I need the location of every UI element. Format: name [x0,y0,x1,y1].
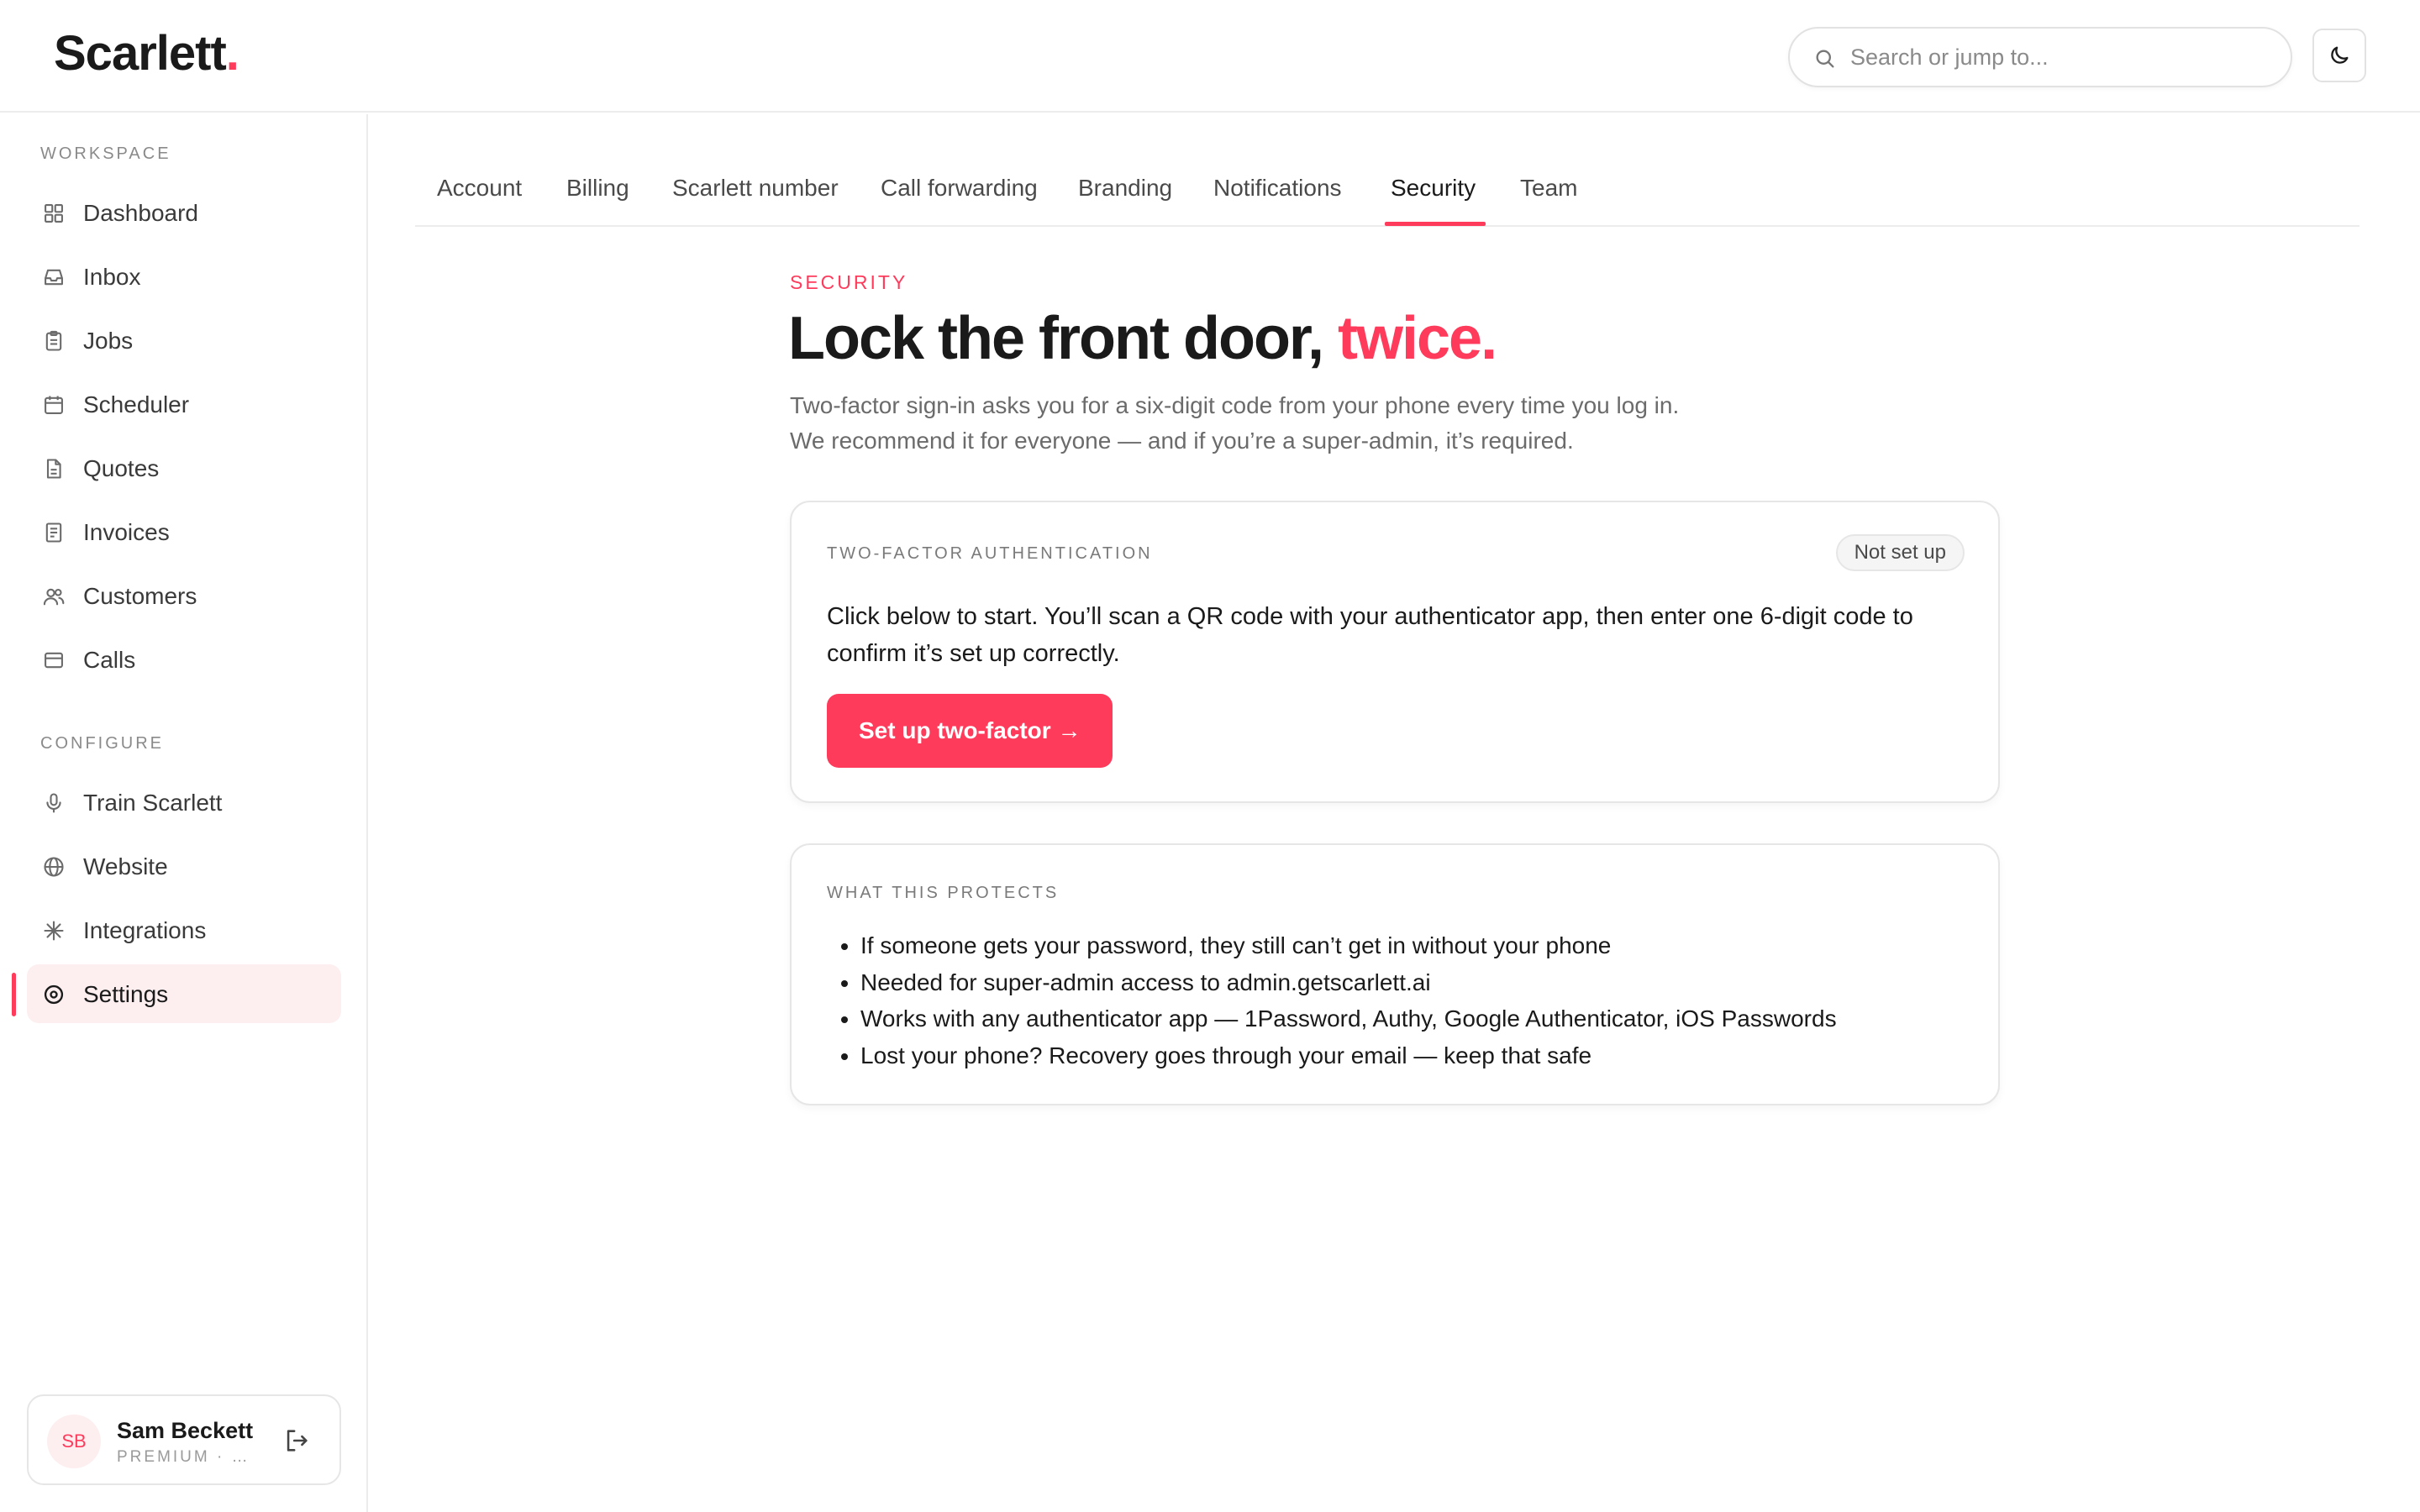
page-title-accent: twice. [1338,305,1497,372]
user-plan: PREMIUM · S... [117,1448,251,1466]
users-icon [43,588,65,606]
document-icon [46,459,61,479]
sidebar-item-label: Customers [83,583,197,609]
calendar-icon [45,396,63,414]
tab-branding[interactable]: Branding [1078,175,1172,202]
list-item: Needed for super-admin access to admin.g… [860,964,1837,1001]
page-title-main: Lock the front door, [788,305,1338,372]
card-body-text: Click below to start. You’ll scan a QR c… [827,603,1913,667]
sidebar-item-label: Quotes [83,455,160,481]
settings-tabs: Account Billing Scarlett number Call for… [415,114,2360,227]
sidebar-item-customers[interactable]: Customers [27,566,341,625]
page-description: Two-factor sign-in asks you for a six-di… [790,392,1680,454]
list-item: Works with any authenticator app — 1Pass… [860,1000,1837,1037]
sidebar-item-integrations[interactable]: Integrations [27,900,341,959]
sidebar-item-train-scarlett[interactable]: Train Scarlett [27,773,341,832]
card-label: WHAT THIS PROTECTS [827,884,1060,902]
active-tab-underline [1385,222,1486,226]
moon-icon [2331,46,2349,64]
sidebar-item-invoices[interactable]: Invoices [27,502,341,561]
tab-call-forwarding[interactable]: Call forwarding [881,175,1038,202]
logout-icon[interactable] [282,1426,311,1455]
user-name: Sam Beckett [117,1418,254,1443]
sidebar-item-label: Scheduler [83,391,190,417]
sidebar-section-configure: CONFIGURE [40,734,164,753]
tab-team[interactable]: Team [1520,175,1577,202]
clipboard-icon [45,330,62,351]
avatar: SB [47,1415,101,1468]
grid-icon [45,204,63,223]
card-icon [45,652,63,669]
two-factor-card: TWO-FACTOR AUTHENTICATION Not set up Cli… [790,501,2000,803]
settings-icon [44,984,64,1005]
protects-list: If someone gets your password, they stil… [860,927,1837,1074]
sidebar-item-label: Calls [83,647,136,673]
sidebar-item-jobs[interactable]: Jobs [27,311,341,370]
sidebar-item-scheduler[interactable]: Scheduler [27,375,341,433]
protects-card: WHAT THIS PROTECTS If someone gets your … [790,843,2000,1105]
page-title: Lock the front door, twice. [788,304,1497,373]
sidebar-item-label: Jobs [83,328,134,354]
inbox-icon [45,269,63,286]
tab-scarlett-number[interactable]: Scarlett number [672,175,839,202]
active-indicator [12,973,16,1016]
sidebar-item-label: Dashboard [83,200,198,226]
sidebar-item-quotes[interactable]: Quotes [27,438,341,497]
theme-toggle-button[interactable] [2312,29,2366,82]
card-label: TWO-FACTOR AUTHENTICATION [827,544,1153,563]
tab-security[interactable]: Security [1391,175,1476,202]
top-bar: Scarlett. [0,0,2420,113]
sidebar-item-label: Integrations [83,917,207,943]
sidebar-item-inbox[interactable]: Inbox [27,247,341,306]
tab-account[interactable]: Account [437,175,522,202]
status-badge: Not set up [1835,534,1965,571]
microphone-icon [46,793,61,813]
section-eyebrow: SECURITY [790,271,908,293]
tab-notifications[interactable]: Notifications [1213,175,1342,202]
globe-icon [44,857,64,877]
sidebar-item-label: Website [83,853,168,879]
sidebar-item-dashboard[interactable]: Dashboard [27,183,341,242]
search-box[interactable] [1788,27,2292,87]
sidebar-item-website[interactable]: Website [27,837,341,895]
receipt-icon [45,522,62,543]
search-icon [1816,50,1834,68]
user-card[interactable]: SB Sam Beckett PREMIUM · S... [27,1394,341,1485]
list-item: If someone gets your password, they stil… [860,927,1837,964]
app-logo[interactable]: Scarlett. [54,25,239,81]
tab-billing[interactable]: Billing [566,175,629,202]
sidebar-item-label: Inbox [83,264,141,290]
sidebar-item-label: Settings [83,981,169,1007]
sidebar-item-label: Train Scarlett [83,790,223,816]
sparkle-icon [44,921,64,941]
sidebar-item-label: Invoices [83,519,170,545]
sidebar: WORKSPACE Dashboard Inbox Jobs Scheduler [0,114,368,1512]
list-item: Lost your phone? Recovery goes through y… [860,1037,1837,1074]
sidebar-section-workspace: WORKSPACE [40,144,171,163]
sidebar-item-settings[interactable]: Settings [27,964,341,1023]
search-input[interactable] [1850,29,2270,86]
setup-two-factor-button[interactable]: Set up two-factor → [827,694,1113,768]
sidebar-item-calls[interactable]: Calls [27,630,341,689]
